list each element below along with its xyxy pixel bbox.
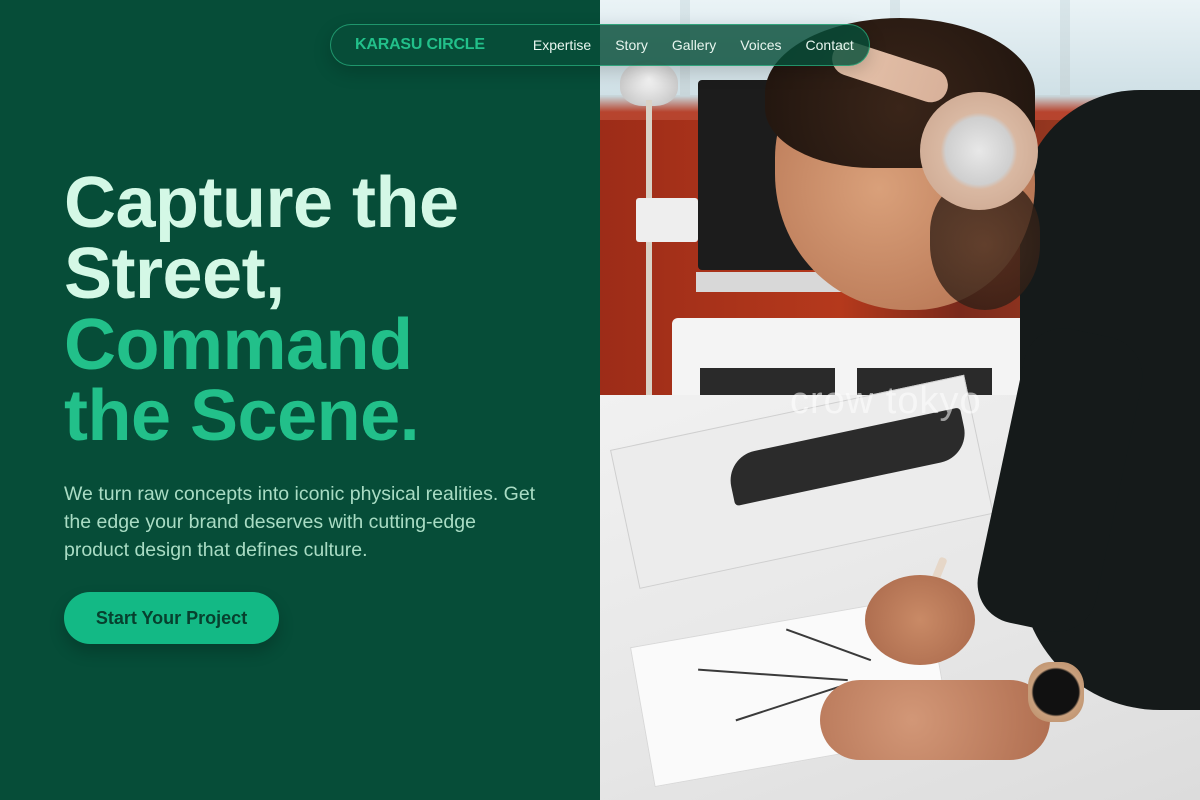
lamp-pole — [646, 100, 652, 400]
hero-title-accent-line-1: Command — [64, 305, 413, 385]
sketch-line — [698, 668, 848, 682]
wristwatch — [1028, 662, 1084, 722]
photo-watermark: crow tokyo — [790, 380, 982, 422]
headphones-icon — [920, 92, 1038, 210]
hero-title: Capture the Street, Command the Scene. — [64, 163, 584, 456]
person-hand — [865, 575, 975, 665]
nav-link-gallery[interactable]: Gallery — [672, 37, 716, 53]
person-hand — [820, 680, 1050, 760]
nav-link-story[interactable]: Story — [615, 37, 648, 53]
nav-link-expertise[interactable]: Expertise — [533, 37, 591, 53]
top-navigation: KARASU CIRCLE Expertise Story Gallery Vo… — [330, 24, 870, 66]
nav-link-voices[interactable]: Voices — [740, 37, 781, 53]
hero-left-panel: Capture the Street, Command the Scene. W… — [0, 0, 600, 800]
nav-link-contact[interactable]: Contact — [806, 37, 854, 53]
hero-description: We turn raw concepts into iconic physica… — [64, 483, 536, 561]
brand-logo[interactable]: KARASU CIRCLE — [355, 36, 485, 54]
hero-title-accent-line-2: the Scene. — [64, 376, 420, 456]
hero-photo: crow tokyo — [600, 0, 1200, 800]
start-project-button[interactable]: Start Your Project — [64, 592, 279, 644]
nav-links: Expertise Story Gallery Voices Contact — [533, 37, 854, 53]
wall-socket — [636, 198, 698, 242]
window-pane — [1070, 0, 1200, 95]
hero-title-line-2: Street, — [64, 234, 285, 314]
hero-title-line-1: Capture the — [64, 163, 459, 243]
sketch-line — [785, 628, 872, 662]
